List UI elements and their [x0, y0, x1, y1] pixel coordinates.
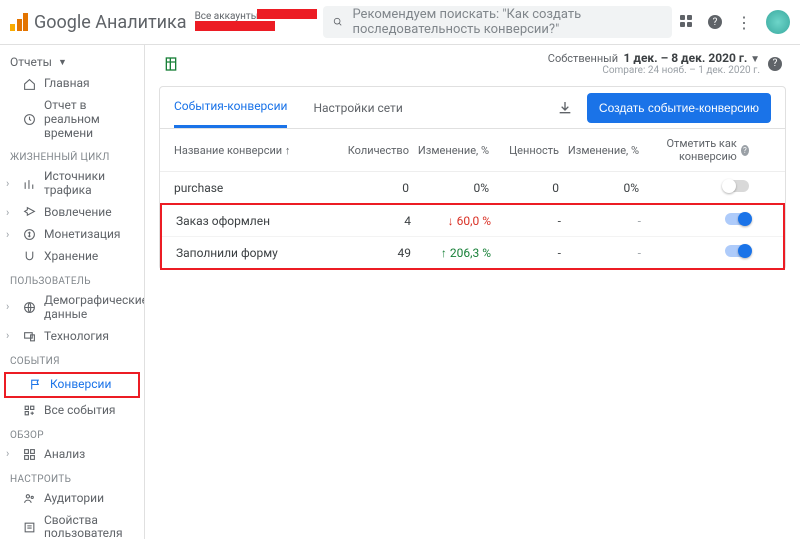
- sort-asc-icon[interactable]: ↑: [285, 144, 291, 157]
- create-conversion-button[interactable]: Создать событие-конверсию: [587, 93, 771, 123]
- chevron-down-icon: ▼: [58, 57, 67, 68]
- sidebar-item-realtime[interactable]: Отчет в реальном времени: [0, 95, 144, 144]
- tab-conversion-events[interactable]: События-конверсии: [174, 87, 287, 128]
- search-input[interactable]: Рекомендуем поискать: "Как создать после…: [323, 6, 672, 38]
- home-icon: [22, 77, 36, 91]
- sidebar-item-traffic[interactable]: Источники трафика: [0, 166, 144, 202]
- row-name[interactable]: purchase: [174, 181, 344, 195]
- col-count[interactable]: Количество: [344, 144, 409, 157]
- row-count: 4: [346, 214, 411, 228]
- group-events: СОБЫТИЯ: [0, 348, 144, 370]
- app-header: Google Аналитика Все аккаунты › xxxxxxxx…: [0, 0, 800, 45]
- col-value[interactable]: Ценность: [489, 144, 559, 157]
- ga-logo: Google Аналитика: [10, 12, 187, 33]
- row-delta: 0%: [409, 181, 489, 195]
- sidebar-item-conversions[interactable]: Конверсии: [6, 374, 138, 396]
- help-icon[interactable]: ?: [768, 57, 782, 71]
- more-icon[interactable]: ⋮: [736, 13, 752, 32]
- compare-range: Compare: 24 нояб. – 1 дек. 2020 г.: [548, 65, 760, 76]
- mark-toggle[interactable]: [725, 245, 751, 257]
- audiences-icon: [22, 492, 36, 506]
- engagement-icon: [22, 206, 36, 220]
- conversions-card: События-конверсии Настройки сети Создать…: [159, 86, 786, 270]
- row-name[interactable]: Заполнили форму: [176, 246, 346, 260]
- owner-label: Собственный: [548, 52, 618, 65]
- row-count: 49: [346, 246, 411, 260]
- download-icon[interactable]: [557, 100, 573, 116]
- account-switcher[interactable]: Все аккаунты › xxxxxxxxxcom ▼: [195, 11, 315, 33]
- sidebar: Отчеты▼ Главная Отчет в реальном времени…: [0, 45, 145, 539]
- user-props-icon: [22, 520, 36, 534]
- apps-icon[interactable]: [680, 15, 694, 29]
- row-delta2: -: [561, 214, 641, 228]
- table-row: Заказ оформлен 4 ↓ 60,0 % - -: [162, 205, 783, 237]
- group-configure: НАСТРОИТЬ: [0, 466, 144, 488]
- row-delta: ↓ 60,0 %: [411, 214, 491, 228]
- sidebar-item-retention[interactable]: Хранение: [0, 246, 144, 268]
- mark-toggle[interactable]: [723, 180, 749, 192]
- sidebar-item-all-events[interactable]: Все события: [0, 400, 144, 422]
- sidebar-item-user-props[interactable]: Свойства пользователя: [0, 510, 144, 539]
- arrow-up-icon: ↑: [441, 246, 447, 260]
- row-delta2: 0%: [559, 181, 639, 195]
- header-icons: ? ⋮: [680, 10, 790, 34]
- table-row: purchase 0 0% 0 0%: [160, 172, 785, 204]
- group-user: ПОЛЬЗОВАТЕЛЬ: [0, 268, 144, 290]
- row-delta: ↑ 206,3 %: [411, 246, 491, 260]
- traffic-icon: [22, 177, 36, 191]
- col-name: Название конверсии ↑: [174, 144, 344, 157]
- sheets-export-icon[interactable]: [163, 56, 179, 72]
- table-row: Заполнили форму 49 ↑ 206,3 % - -: [162, 237, 783, 268]
- flag-icon: [28, 378, 42, 392]
- highlighted-rows: Заказ оформлен 4 ↓ 60,0 % - - Заполнили …: [160, 203, 785, 270]
- globe-icon: [22, 301, 36, 315]
- chevron-down-icon: ▼: [750, 54, 760, 65]
- devices-icon: [22, 330, 36, 344]
- col-change2[interactable]: Изменение, %: [559, 144, 639, 157]
- app-name: Google Аналитика: [34, 12, 187, 33]
- ga-logo-icon: [10, 13, 28, 31]
- sidebar-item-engagement[interactable]: Вовлечение: [0, 202, 144, 224]
- row-count: 0: [344, 181, 409, 195]
- info-icon[interactable]: ?: [741, 145, 749, 156]
- main: Собственный 1 дек. – 8 дек. 2020 г. ▼ Co…: [145, 45, 800, 539]
- sidebar-item-monetization[interactable]: Монетизация: [0, 224, 144, 246]
- col-change1[interactable]: Изменение, %: [409, 144, 489, 157]
- search-icon: [333, 15, 343, 29]
- dollar-icon: [22, 228, 36, 242]
- row-value: -: [491, 214, 561, 228]
- clock-icon: [22, 113, 36, 127]
- row-name[interactable]: Заказ оформлен: [176, 214, 346, 228]
- magnet-icon: [22, 250, 36, 264]
- sidebar-item-analysis[interactable]: Анализ: [0, 444, 144, 466]
- search-placeholder: Рекомендуем поискать: "Как создать после…: [352, 7, 662, 37]
- group-overview: ОБЗОР: [0, 422, 144, 444]
- sidebar-item-technology[interactable]: Технология: [0, 326, 144, 348]
- avatar[interactable]: [766, 10, 790, 34]
- arrow-down-icon: ↓: [448, 214, 454, 228]
- table-header: Название конверсии ↑ Количество Изменени…: [160, 129, 785, 172]
- analysis-icon: [22, 448, 36, 462]
- tab-network-settings[interactable]: Настройки сети: [313, 89, 402, 127]
- reports-dropdown[interactable]: Отчеты▼: [0, 51, 144, 73]
- mark-toggle[interactable]: [725, 213, 751, 225]
- sidebar-item-home[interactable]: Главная: [0, 73, 144, 95]
- date-range[interactable]: 1 дек. – 8 дек. 2020 г.: [624, 51, 748, 65]
- sidebar-item-demographics[interactable]: Демографические данные: [0, 290, 144, 326]
- help-icon[interactable]: ?: [708, 15, 722, 29]
- col-mark: Отметить как конверсию?: [639, 137, 749, 163]
- row-value: 0: [489, 181, 559, 195]
- row-value: -: [491, 246, 561, 260]
- events-icon: [22, 404, 36, 418]
- row-delta2: -: [561, 246, 641, 260]
- group-lifecycle: ЖИЗНЕННЫЙ ЦИКЛ: [0, 144, 144, 166]
- sidebar-item-audiences[interactable]: Аудитории: [0, 488, 144, 510]
